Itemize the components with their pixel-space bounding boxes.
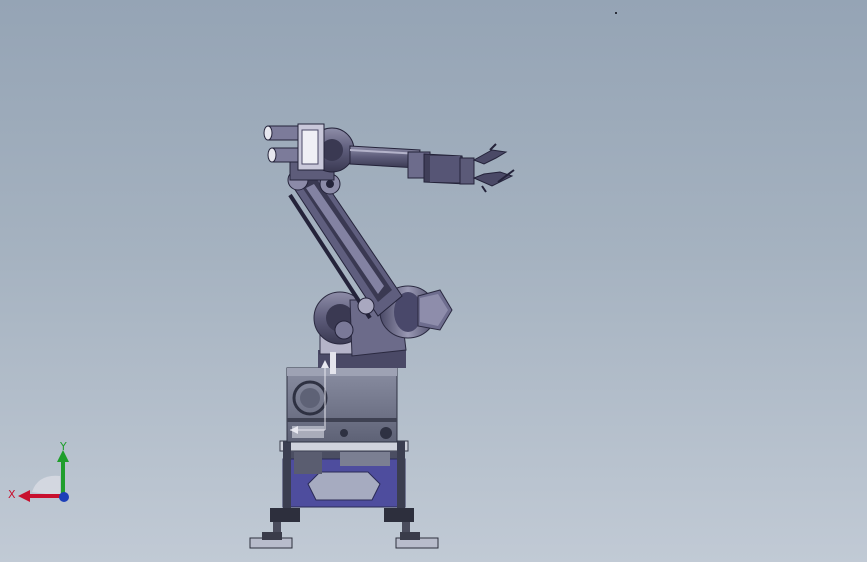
triad-plane bbox=[32, 475, 60, 496]
x-axis-arrow-icon bbox=[18, 490, 30, 502]
stand-frame[interactable] bbox=[249, 440, 439, 549]
orientation-triad: Y X bbox=[8, 440, 69, 502]
upper-arm[interactable] bbox=[349, 145, 467, 185]
base-housing[interactable] bbox=[286, 367, 398, 443]
y-axis-label: Y bbox=[59, 440, 67, 453]
3d-viewport[interactable]: Y X bbox=[0, 0, 867, 562]
z-axis-dot-icon bbox=[59, 492, 69, 502]
x-axis-label: X bbox=[8, 488, 16, 501]
robot-arm-model[interactable] bbox=[0, 0, 867, 562]
gripper[interactable] bbox=[459, 143, 515, 193]
